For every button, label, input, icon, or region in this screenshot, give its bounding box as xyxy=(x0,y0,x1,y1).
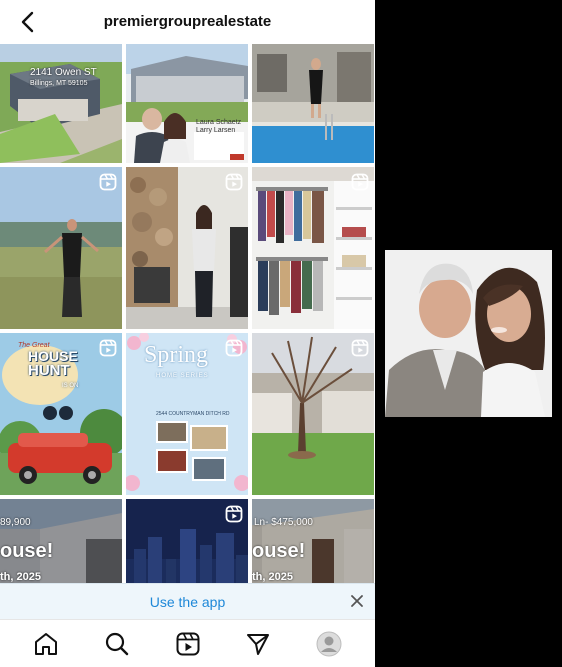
post-tile-p7[interactable]: The Great HOUSE HUNT IS ON xyxy=(0,333,122,495)
reel-title-main-1: HOUSE xyxy=(28,348,78,364)
instagram-profile-view: premiergrouprealestate 2141 Owen ST Bill… xyxy=(0,0,375,667)
aerial-house-photo xyxy=(0,44,122,163)
reel-icon xyxy=(351,173,369,191)
address-line-1: 2141 Owen ST xyxy=(30,67,97,78)
backyard-tree-photo xyxy=(252,333,374,495)
use-app-link[interactable]: Use the app xyxy=(0,594,375,610)
listing-price: Ln- $475,000 xyxy=(254,517,313,528)
post-tile-p4[interactable] xyxy=(0,167,122,329)
reel-icon xyxy=(99,339,117,357)
address-line-2: Billings, MT 59105 xyxy=(30,80,88,87)
listing-date: th, 2025 xyxy=(0,571,41,583)
fireplace-agent-photo xyxy=(126,167,248,329)
reel-title: Spring xyxy=(144,342,209,368)
post-tile-p3[interactable] xyxy=(252,44,374,163)
reel-icon xyxy=(225,339,243,357)
listing-headline: ouse! xyxy=(252,540,306,562)
closet-photo xyxy=(252,167,374,329)
agent-name-2: Larry Larsen xyxy=(196,127,236,134)
post-tile-p5[interactable] xyxy=(126,167,248,329)
home-icon[interactable] xyxy=(33,631,59,657)
reel-icon xyxy=(225,505,243,523)
listing-date: th, 2025 xyxy=(252,571,293,583)
agents-portrait-photo xyxy=(385,250,552,417)
reel-icon xyxy=(99,173,117,191)
reels-icon[interactable] xyxy=(175,631,201,657)
listing-headline: ouse! xyxy=(0,540,54,562)
bottom-nav xyxy=(0,619,375,667)
reel-icon xyxy=(225,173,243,191)
post-tile-p2[interactable]: Laura Schaetz Larry Larsen xyxy=(126,44,248,163)
reel-icon xyxy=(351,339,369,357)
post-tile-p8[interactable]: Spring HOME SERIES 2544 COUNTRYMAN DITCH… xyxy=(126,333,248,495)
post-tile-p9[interactable] xyxy=(252,333,374,495)
profile-username[interactable]: premiergrouprealestate xyxy=(0,13,375,30)
post-tile-p6[interactable] xyxy=(252,167,374,329)
listing-price: 89,900 xyxy=(0,517,31,528)
pool-agent-photo xyxy=(252,44,374,163)
send-icon[interactable] xyxy=(245,631,271,657)
avatar-icon[interactable] xyxy=(316,631,342,657)
posts-grid: 2141 Owen ST Billings, MT 59105 Laura Sc… xyxy=(0,44,375,661)
search-icon[interactable] xyxy=(104,631,130,657)
top-bar: premiergrouprealestate xyxy=(0,0,375,44)
reel-title-sub: IS ON xyxy=(62,383,79,389)
post-tile-p1[interactable]: 2141 Owen ST Billings, MT 59105 xyxy=(0,44,122,163)
reel-subtitle: HOME SERIES xyxy=(156,373,209,379)
agent-field-photo xyxy=(0,167,122,329)
house-with-agents-photo xyxy=(126,44,248,163)
close-icon[interactable] xyxy=(349,593,365,609)
reel-title-main-2: HUNT xyxy=(28,362,70,379)
use-app-banner: Use the app xyxy=(0,583,375,620)
reel-address: 2544 COUNTRYMAN DITCH RD xyxy=(156,411,230,417)
